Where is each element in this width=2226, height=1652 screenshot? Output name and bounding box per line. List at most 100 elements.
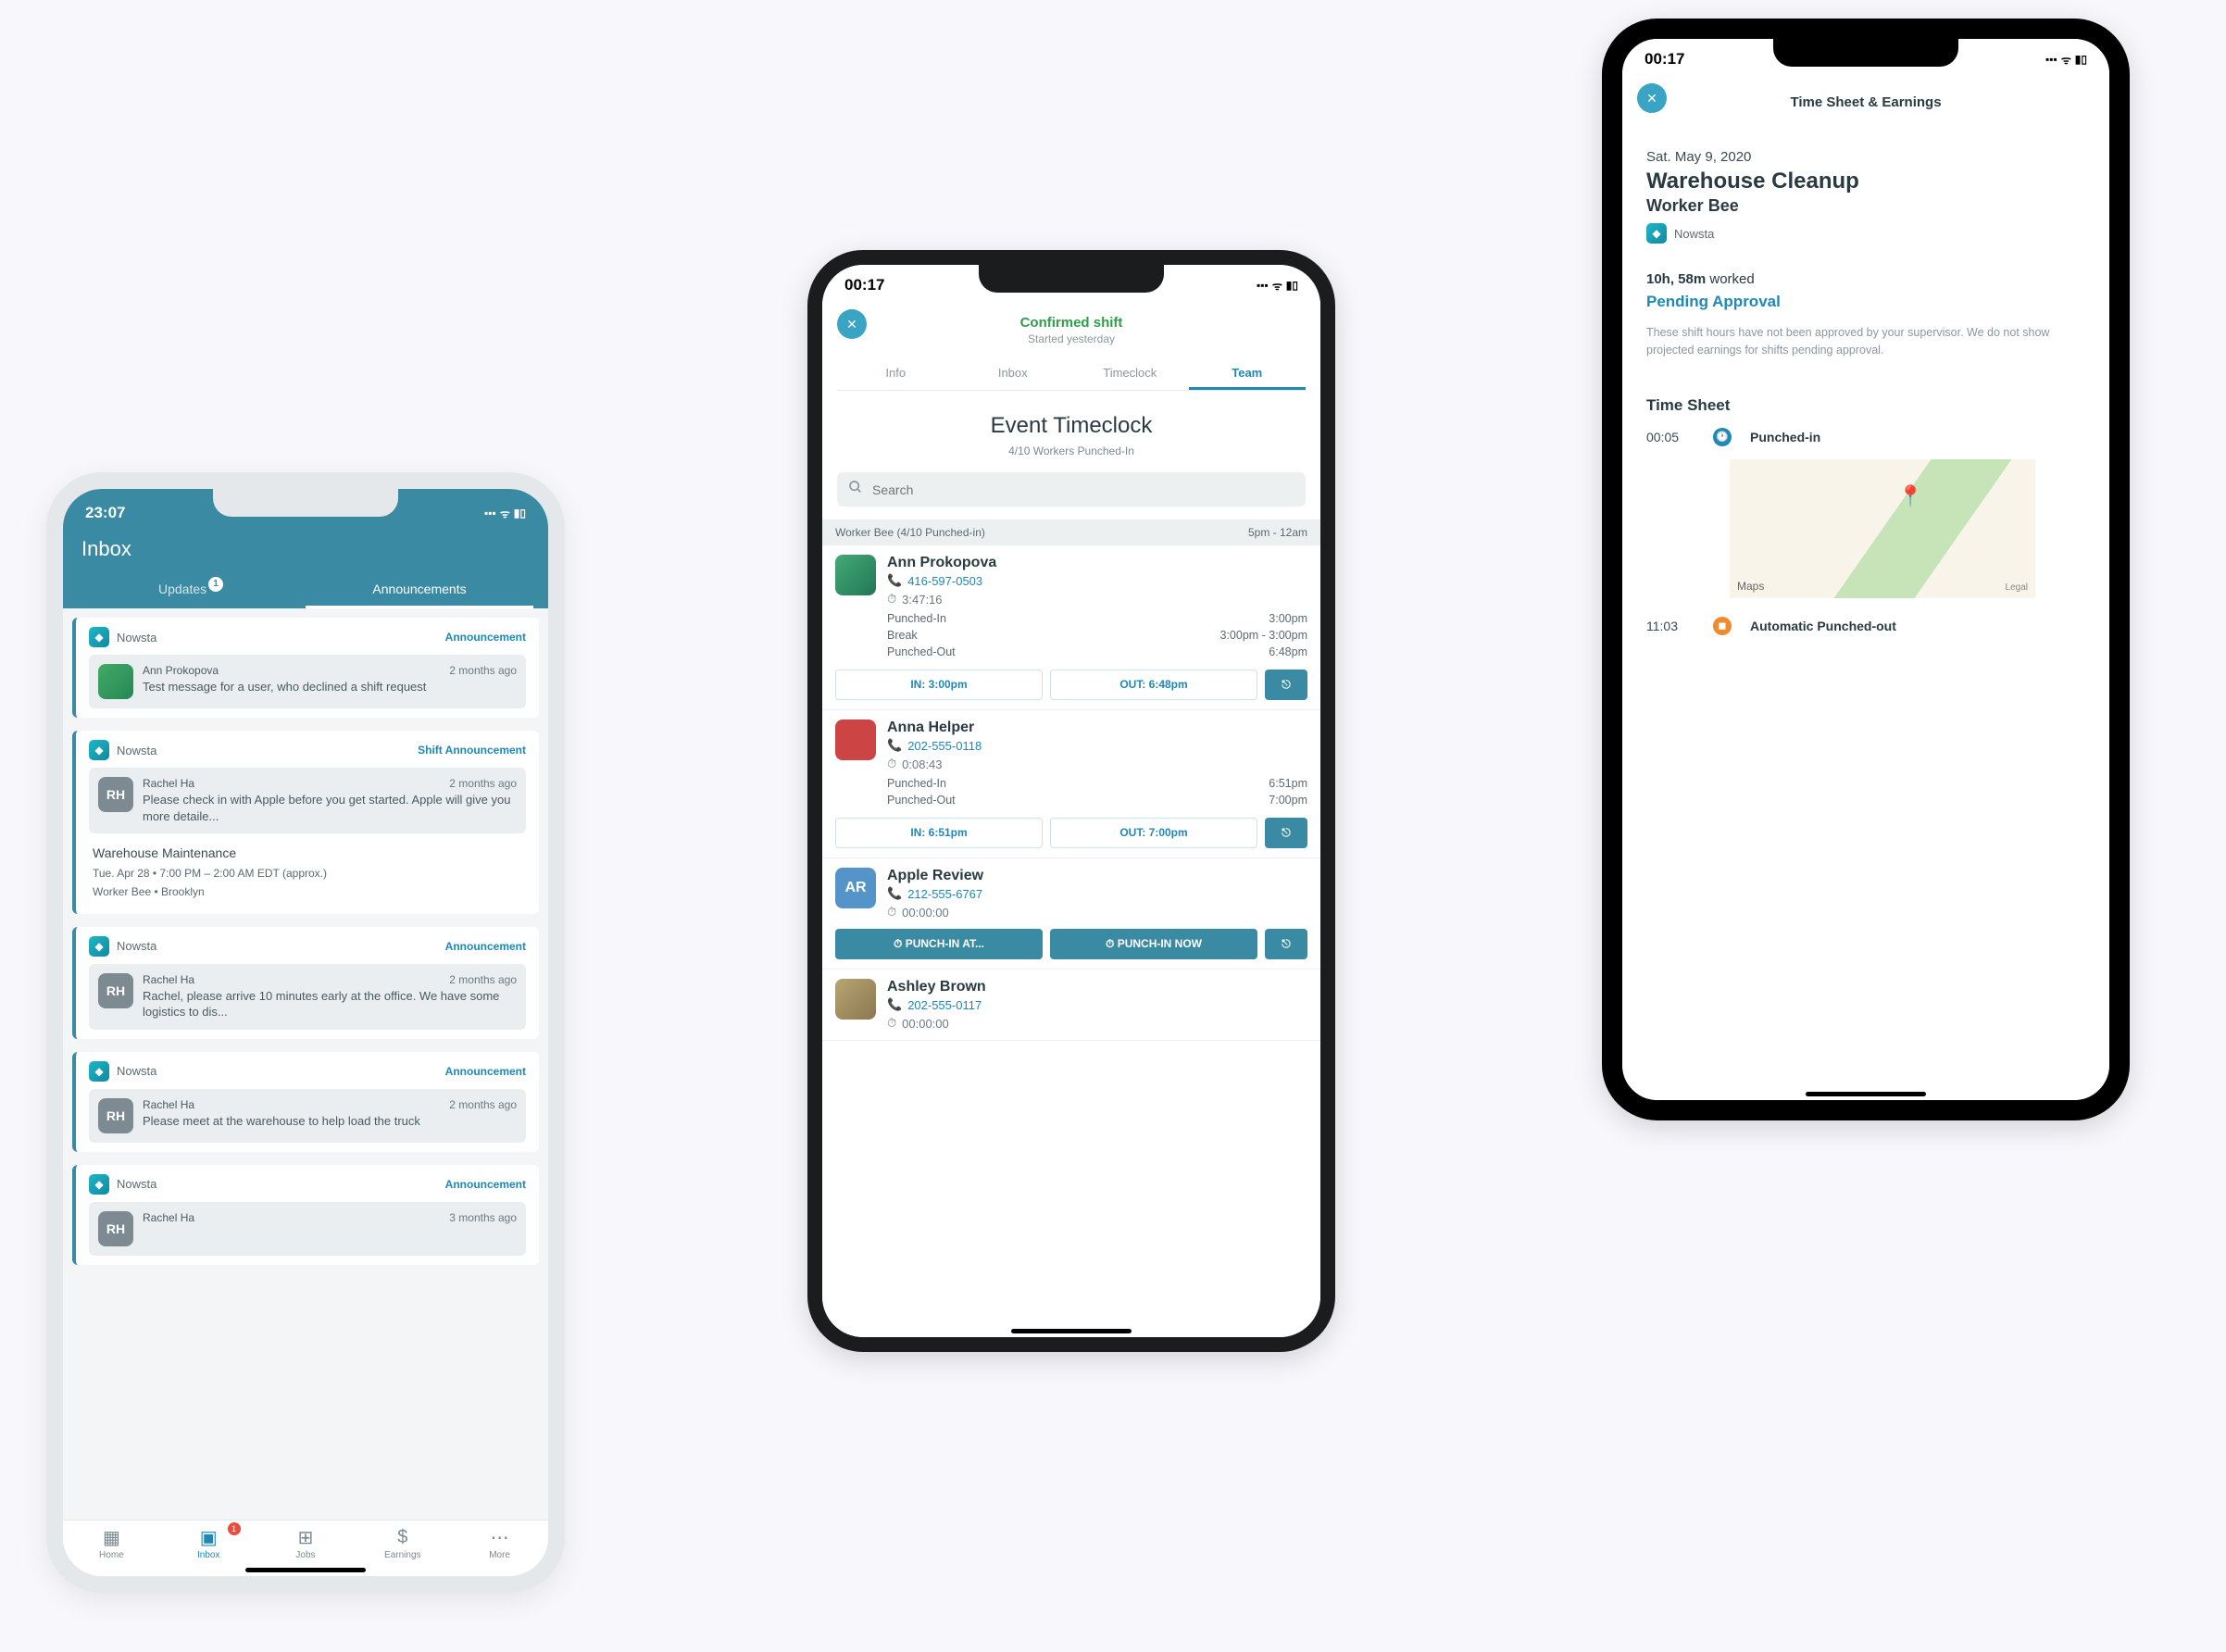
close-button[interactable]: ✕ — [837, 309, 867, 339]
home-indicator[interactable] — [1011, 1329, 1132, 1333]
phone-timesheet: 00:17 ▪▪▪ ᯤ ▮▯ ✕ Time Sheet & Earnings S… — [1602, 19, 2130, 1120]
signal-icon: ▪▪▪ — [1257, 279, 1269, 292]
phone-icon: 📞 — [887, 573, 902, 588]
worker-phone[interactable]: 📞416-597-0503 — [887, 573, 1307, 588]
wifi-icon: ᯤ — [500, 506, 510, 521]
punch-value: 3:00pm - 3:00pm — [1220, 629, 1308, 642]
nav-more[interactable]: ⋯ More — [451, 1526, 548, 1560]
bottom-nav: ▦ Home ▣1 Inbox ⊞ Jobs $ Earnings ⋯ More — [63, 1520, 548, 1562]
nav-home[interactable]: ▦ Home — [63, 1526, 160, 1560]
page-title: Inbox — [78, 530, 533, 572]
nav-label: Earnings — [354, 1550, 451, 1560]
share-icon: ⎋ — [1282, 826, 1291, 839]
nav-label: Home — [63, 1550, 160, 1560]
app-name: Nowsta — [117, 1064, 156, 1078]
in-time-button[interactable]: IN: 6:51pm — [835, 818, 1043, 848]
clock-icon: ⏱ — [1106, 937, 1114, 950]
tab-inbox[interactable]: Inbox — [955, 358, 1072, 390]
punch-in-at-button[interactable]: ⏱ PUNCH-IN AT... — [835, 929, 1043, 959]
timesheet-body[interactable]: Sat. May 9, 2020 Warehouse Cleanup Worke… — [1622, 123, 2109, 1086]
card-type: Shift Announcement — [418, 744, 526, 757]
shift-tabs: Info Inbox Timeclock Team — [837, 358, 1306, 391]
out-time-button[interactable]: OUT: 6:48pm — [1050, 670, 1257, 700]
timeclock-heading: Event Timeclock — [822, 391, 1320, 444]
entry-label: Punched-in — [1750, 430, 1820, 444]
section-time: 5pm - 12am — [1248, 526, 1307, 539]
wifi-icon: ᯤ — [1272, 278, 1282, 294]
announcement-card[interactable]: ◆Nowsta Announcement RH Rachel Ha3 month… — [72, 1165, 539, 1265]
worker-phone[interactable]: 📞202-555-0117 — [887, 997, 1307, 1012]
tab-announcements[interactable]: Announcements — [306, 572, 533, 608]
card-type: Announcement — [445, 631, 526, 644]
in-time-button[interactable]: IN: 3:00pm — [835, 670, 1043, 700]
worker-row: Ann Prokopova 📞416-597-0503 ⏱3:47:16 Pun… — [822, 545, 1320, 710]
close-button[interactable]: ✕ — [1637, 83, 1667, 113]
worker-row: Anna Helper 📞202-555-0118 ⏱0:08:43 Punch… — [822, 710, 1320, 858]
action-button[interactable]: ⎋ — [1265, 929, 1307, 959]
inbox-list[interactable]: ◆Nowsta Announcement Ann Prokopova2 mont… — [63, 608, 548, 1520]
status-time: 00:17 — [1644, 50, 1684, 69]
message-text: Rachel, please arrive 10 minutes early a… — [143, 988, 517, 1020]
map-bg — [1730, 459, 2035, 598]
avatar — [835, 979, 876, 1020]
timeclock-body: Event Timeclock 4/10 Workers Punched-In … — [822, 391, 1320, 1323]
tab-updates[interactable]: Updates 1 — [78, 572, 306, 608]
sender-name: Rachel Ha — [143, 1098, 194, 1111]
punch-value: 3:00pm — [1269, 612, 1307, 625]
announcement-card[interactable]: ◆Nowsta Announcement RH Rachel Ha2 month… — [72, 927, 539, 1039]
action-button[interactable]: ⎋ — [1265, 818, 1307, 848]
role-section-header: Worker Bee (4/10 Punched-in) 5pm - 12am — [822, 519, 1320, 545]
punch-in-now-button[interactable]: ⏱ PUNCH-IN NOW — [1050, 929, 1257, 959]
card-type: Announcement — [445, 1065, 526, 1078]
tab-team[interactable]: Team — [1189, 358, 1307, 390]
worker-list[interactable]: Ann Prokopova 📞416-597-0503 ⏱3:47:16 Pun… — [822, 545, 1320, 1323]
avatar: RH — [98, 777, 133, 812]
worker-name: Ann Prokopova — [887, 555, 1307, 571]
avatar — [98, 664, 133, 699]
inbox-badge: 1 — [228, 1522, 241, 1535]
worker-phone[interactable]: 📞212-555-6767 — [887, 886, 1307, 901]
punched-count: 4/10 Workers Punched-In — [822, 444, 1320, 457]
announcement-card[interactable]: ◆Nowsta Announcement Ann Prokopova2 mont… — [72, 618, 539, 718]
more-icon: ⋯ — [451, 1526, 548, 1548]
phone-icon: 📞 — [887, 738, 902, 753]
map-preview[interactable]: 📍 Maps Legal — [1730, 459, 2035, 598]
search-box[interactable] — [837, 472, 1306, 507]
tab-info[interactable]: Info — [837, 358, 955, 390]
nav-jobs[interactable]: ⊞ Jobs — [257, 1526, 355, 1560]
home-icon: ▦ — [63, 1526, 160, 1548]
battery-icon: ▮▯ — [514, 507, 526, 519]
clock-icon: ⏱ — [887, 592, 896, 607]
role-title: Worker Bee — [1646, 196, 2085, 216]
inbox-icon: ▣1 — [160, 1526, 257, 1548]
worker-row: Ashley Brown 📞202-555-0117 ⏱00:00:00 — [822, 970, 1320, 1041]
status-time: 00:17 — [844, 276, 884, 294]
company-row: ◆ Nowsta — [1646, 223, 2085, 244]
status-icons: ▪▪▪ ᯤ ▮▯ — [484, 506, 526, 521]
map-provider: Maps — [1737, 580, 1764, 593]
home-indicator[interactable] — [1806, 1092, 1926, 1096]
shift-subtext: Started yesterday — [837, 332, 1306, 345]
out-time-button[interactable]: OUT: 7:00pm — [1050, 818, 1257, 848]
status-icons: ▪▪▪ ᯤ ▮▯ — [1257, 278, 1298, 294]
nav-earnings[interactable]: $ Earnings — [354, 1526, 451, 1560]
announcement-card[interactable]: ◆Nowsta Announcement RH Rachel Ha2 month… — [72, 1052, 539, 1152]
action-button[interactable]: ⎋ — [1265, 670, 1307, 700]
notch — [979, 265, 1164, 293]
job-title: Warehouse Cleanup — [1646, 169, 2085, 194]
search-icon — [848, 480, 863, 499]
search-input[interactable] — [872, 482, 1294, 497]
shift-time: Tue. Apr 28 • 7:00 PM – 2:00 AM EDT (app… — [93, 865, 522, 882]
status-time: 23:07 — [85, 504, 125, 522]
avatar: RH — [98, 1098, 133, 1133]
punch-label: Punched-Out — [887, 645, 956, 658]
clock-icon: ⏱ — [894, 937, 902, 950]
status-icons: ▪▪▪ ᯤ ▮▯ — [2045, 52, 2087, 68]
tab-timeclock[interactable]: Timeclock — [1071, 358, 1189, 390]
nav-inbox[interactable]: ▣1 Inbox — [160, 1526, 257, 1560]
clock-icon: ⏱ — [887, 905, 896, 920]
worker-phone[interactable]: 📞202-555-0118 — [887, 738, 1307, 753]
announcement-card[interactable]: ◆Nowsta Shift Announcement RH Rachel Ha2… — [72, 731, 539, 914]
close-icon: ✕ — [1646, 91, 1657, 106]
home-indicator[interactable] — [245, 1568, 366, 1572]
